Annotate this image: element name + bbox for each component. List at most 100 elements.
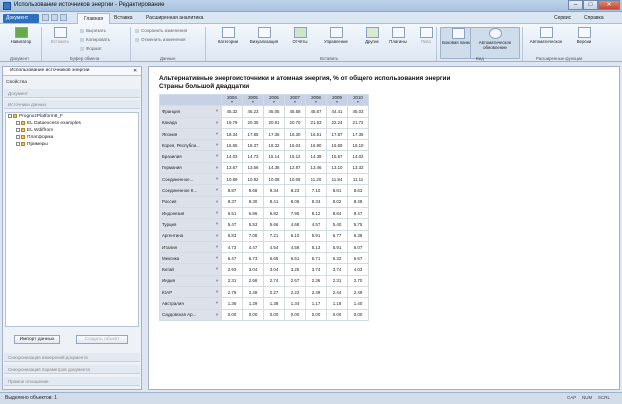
- document-tab[interactable]: Использование источников энергии: [3, 67, 141, 76]
- table-cell[interactable]: 15.57: [326, 150, 348, 163]
- table-cell[interactable]: 45.58: [284, 105, 306, 118]
- table-cell[interactable]: 13.67: [221, 161, 243, 175]
- filter-icon[interactable]: ▼: [215, 176, 219, 181]
- table-cell[interactable]: 5.66: [263, 218, 285, 231]
- table-cell[interactable]: 10.89: [221, 173, 243, 186]
- expand-icon[interactable]: [16, 141, 20, 146]
- filter-icon[interactable]: ▼: [215, 278, 219, 283]
- table-cell[interactable]: 5.13: [305, 240, 327, 254]
- filter-icon[interactable]: ▼: [215, 210, 219, 215]
- row-header[interactable]: Турция ▼: [159, 218, 222, 231]
- table-cell[interactable]: 45.03: [347, 105, 369, 118]
- filter-icon[interactable]: ▼: [215, 266, 219, 271]
- filter-icon[interactable]: ▼: [215, 131, 219, 136]
- table-cell[interactable]: 16.04: [284, 139, 306, 152]
- filter-icon[interactable]: ▼: [215, 120, 219, 125]
- filter-icon[interactable]: ▼: [215, 244, 219, 249]
- table-cell[interactable]: 2.79: [221, 286, 243, 299]
- table-cell[interactable]: 6.10: [284, 229, 306, 242]
- row-header[interactable]: Мексика ▼: [159, 252, 222, 265]
- save-icon[interactable]: [42, 14, 49, 21]
- tab-insert[interactable]: Вставка: [108, 13, 139, 24]
- row-header[interactable]: Саудовская Ар... ▼: [159, 308, 222, 321]
- sort-arrow-icon[interactable]: ▼: [308, 100, 324, 104]
- table-cell[interactable]: 4.58: [284, 240, 306, 254]
- table-cell[interactable]: 9.68: [242, 184, 264, 197]
- close-tab-icon[interactable]: ✕: [133, 68, 137, 74]
- table-cell[interactable]: 3.74: [305, 263, 327, 276]
- row-header[interactable]: Индия ▼: [159, 274, 222, 288]
- table-cell[interactable]: 6.32: [326, 252, 348, 265]
- table-cell[interactable]: 3.25: [284, 263, 306, 276]
- section-sync-dimensions[interactable]: Синхронизация измерений документа: [4, 353, 140, 362]
- table-cell[interactable]: 6.83: [221, 229, 243, 242]
- table-cell[interactable]: 10.08: [263, 173, 285, 186]
- table-cell[interactable]: 11.11: [347, 173, 369, 186]
- table-cell[interactable]: 19.79: [221, 116, 243, 129]
- navigator-button[interactable]: Навигатор: [3, 27, 39, 44]
- table-cell[interactable]: 18.32: [263, 139, 285, 152]
- maximize-button[interactable]: □: [583, 0, 598, 10]
- table-cell[interactable]: 8.30: [242, 195, 264, 208]
- table-cell[interactable]: 5.75: [347, 218, 369, 231]
- sort-arrow-icon[interactable]: ▼: [266, 100, 282, 104]
- section-direct-relation[interactable]: Прямое отношение: [4, 377, 140, 386]
- row-header[interactable]: Китай ▼: [159, 263, 222, 276]
- table-cell[interactable]: 4.73: [221, 240, 243, 254]
- table-cell[interactable]: 14.03: [221, 150, 243, 163]
- table-cell[interactable]: 17.87: [326, 127, 348, 141]
- table-cell[interactable]: 6.38: [347, 229, 369, 242]
- tab-home[interactable]: Главная: [77, 13, 111, 24]
- row-header[interactable]: Франция ▼: [159, 105, 222, 118]
- visualization-button[interactable]: Визуализация: [246, 27, 282, 44]
- table-cell[interactable]: 13.46: [305, 161, 327, 175]
- filter-icon[interactable]: ▼: [215, 199, 219, 204]
- filter-icon[interactable]: ▼: [215, 142, 219, 147]
- redo-icon[interactable]: [60, 14, 67, 21]
- table-cell[interactable]: 6.73: [242, 252, 264, 265]
- table-cell[interactable]: 3.74: [326, 263, 348, 276]
- table-cell[interactable]: 1.29: [242, 297, 264, 310]
- table-cell[interactable]: 6.77: [326, 229, 348, 242]
- menu-service[interactable]: Сервис: [554, 15, 571, 21]
- expand-icon[interactable]: [16, 134, 20, 139]
- table-cell[interactable]: 2.49: [347, 286, 369, 299]
- filter-icon[interactable]: ▼: [215, 153, 219, 158]
- table-cell[interactable]: 14.39: [305, 150, 327, 163]
- document-menu-button[interactable]: Документ: [3, 14, 39, 23]
- table-cell[interactable]: 2.27: [263, 286, 285, 299]
- tab-advanced-analytics[interactable]: Расширенная аналитика: [140, 13, 209, 24]
- tree-node[interactable]: EL Dataexcess examples: [6, 120, 138, 127]
- table-cell[interactable]: 8.06: [284, 195, 306, 208]
- table-cell[interactable]: 4.03: [347, 263, 369, 276]
- table-cell[interactable]: 5.53: [242, 218, 264, 231]
- row-header[interactable]: Соединенное... ▼: [159, 173, 222, 186]
- table-cell[interactable]: 13.10: [326, 161, 348, 175]
- year-header[interactable]: 2006 ▼: [263, 93, 285, 107]
- table-cell[interactable]: 44.41: [326, 105, 348, 118]
- table-cell[interactable]: 4.57: [305, 218, 327, 231]
- table-cell[interactable]: 1.38: [263, 297, 285, 310]
- section-sync-parameters[interactable]: Синхронизация параметров документа: [4, 365, 140, 374]
- table-cell[interactable]: 4.54: [263, 240, 285, 254]
- table-cell[interactable]: 6.71: [305, 252, 327, 265]
- table-cell[interactable]: 16.51: [305, 127, 327, 141]
- table-cell[interactable]: 6.61: [284, 252, 306, 265]
- sort-arrow-icon[interactable]: ▼: [287, 100, 303, 104]
- table-cell[interactable]: 0.00: [242, 308, 264, 321]
- table-cell[interactable]: 8.63: [347, 184, 369, 197]
- copy-button[interactable]: Копировать: [80, 37, 110, 42]
- table-cell[interactable]: 0.00: [284, 308, 306, 321]
- table-cell[interactable]: 7.21: [263, 229, 285, 242]
- close-button[interactable]: ✕: [598, 0, 620, 10]
- table-cell[interactable]: 6.47: [221, 252, 243, 265]
- minimize-button[interactable]: –: [568, 0, 583, 10]
- expand-icon[interactable]: [16, 127, 20, 132]
- table-cell[interactable]: 21.53: [305, 116, 327, 129]
- table-cell[interactable]: 1.34: [284, 297, 306, 310]
- table-cell[interactable]: 8.02: [326, 195, 348, 208]
- row-header[interactable]: Корея, Республи... ▼: [159, 139, 222, 152]
- table-cell[interactable]: 14.02: [347, 150, 369, 163]
- year-header[interactable]: 2008 ▼: [305, 93, 327, 107]
- create-object-button[interactable]: Создать объект: [76, 335, 128, 344]
